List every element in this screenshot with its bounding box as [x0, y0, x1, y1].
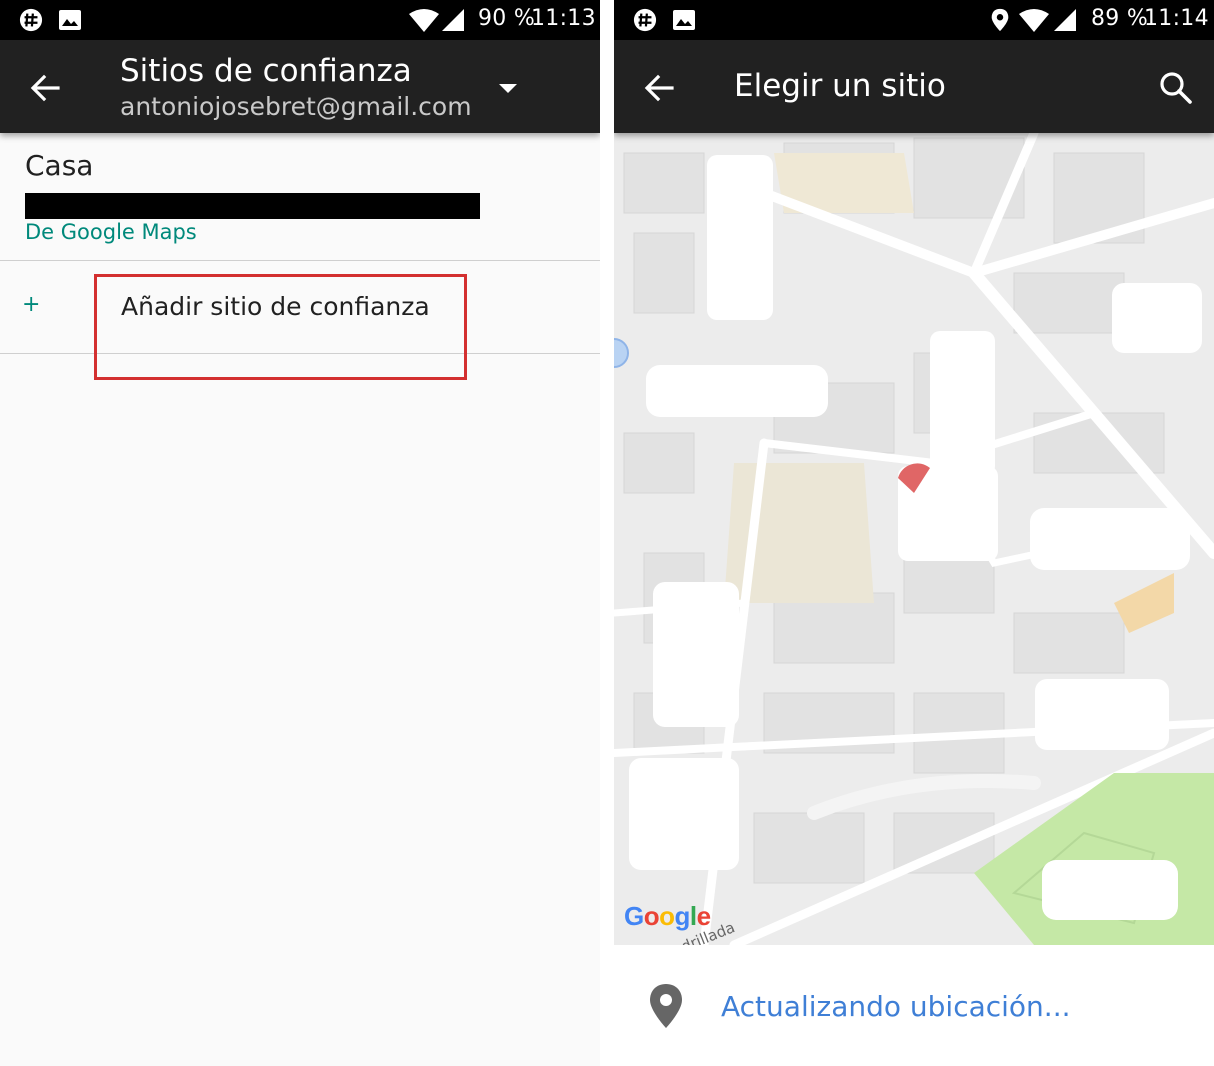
- redacted-address: [25, 193, 480, 219]
- highlight-annotation: [94, 274, 467, 380]
- right-screenshot: 89 % 11:14 Elegir un sitio Google drilla…: [614, 0, 1214, 1066]
- account-dropdown-icon[interactable]: [490, 70, 526, 106]
- gallery-icon: [59, 10, 81, 30]
- signal-icon: [1054, 9, 1076, 31]
- clock: 11:14: [1144, 6, 1209, 31]
- app-bar: Sitios de confianza antoniojosebret@gmai…: [0, 40, 600, 133]
- google-logo: Google: [624, 901, 711, 931]
- signal-icon: [442, 9, 464, 31]
- notification-app-icon: [19, 8, 43, 32]
- clock: 11:13: [531, 6, 596, 31]
- gallery-icon: [673, 10, 695, 30]
- battery-level: 90 %: [478, 6, 536, 31]
- location-panel[interactable]: Actualizando ubicación...: [614, 945, 1214, 1066]
- left-screenshot: 90 % 11:13 Sitios de confianza antoniojo…: [0, 0, 600, 1066]
- divider: [600, 0, 614, 1066]
- trusted-place-item[interactable]: Casa De Google Maps: [0, 133, 600, 261]
- battery-level: 89 %: [1091, 6, 1149, 31]
- location-status-text: Actualizando ubicación...: [721, 990, 1071, 1023]
- wifi-icon: [409, 9, 439, 32]
- back-arrow-icon[interactable]: [636, 64, 684, 112]
- back-arrow-icon[interactable]: [22, 64, 70, 112]
- status-bar: 89 % 11:14: [614, 0, 1214, 40]
- wifi-icon: [1019, 9, 1049, 32]
- app-bar: Elegir un sitio: [614, 40, 1214, 133]
- place-source: De Google Maps: [25, 220, 197, 244]
- status-bar: 90 % 11:13: [0, 0, 600, 40]
- account-email: antoniojosebret@gmail.com: [120, 92, 472, 121]
- search-icon[interactable]: [1154, 66, 1198, 110]
- map-canvas: [614, 133, 1214, 945]
- location-pin-icon: [650, 984, 682, 1028]
- page-title: Sitios de confianza: [120, 53, 412, 89]
- map-view[interactable]: Google drillada: [614, 133, 1214, 945]
- location-status-icon: [991, 8, 1009, 32]
- notification-app-icon: [633, 8, 657, 32]
- place-name: Casa: [25, 149, 94, 182]
- page-title: Elegir un sitio: [734, 68, 946, 104]
- plus-icon: +: [22, 292, 41, 317]
